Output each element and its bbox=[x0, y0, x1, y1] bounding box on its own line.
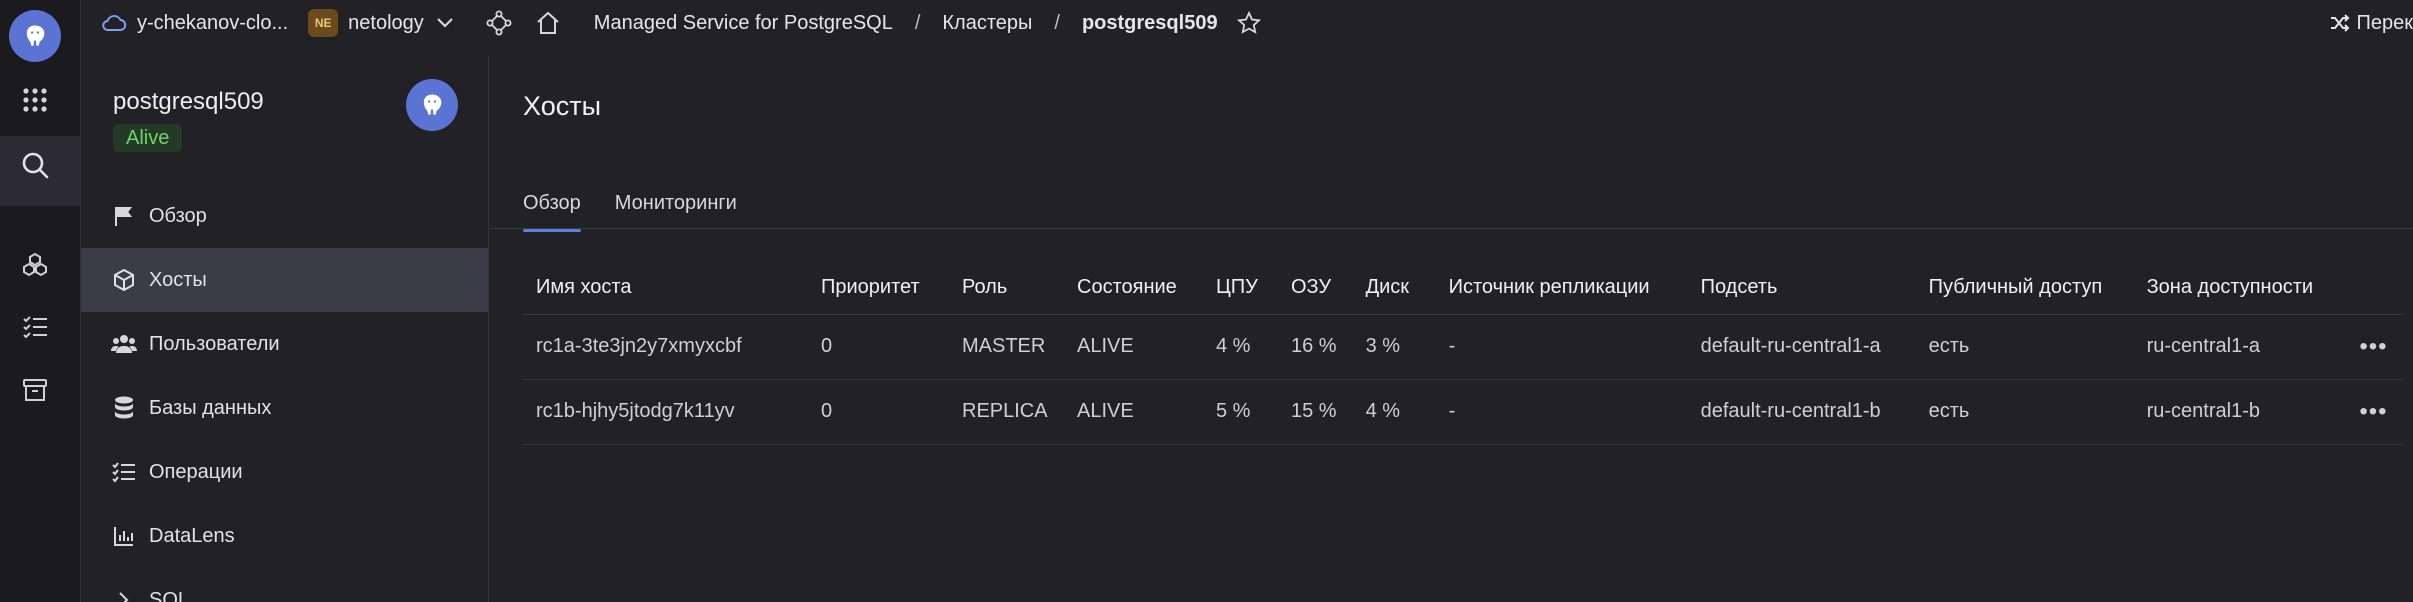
nav-item-sql[interactable]: SQL bbox=[81, 568, 488, 602]
host-zone: ru-central1-b bbox=[2133, 379, 2344, 445]
host-replication-source: - bbox=[1435, 314, 1688, 380]
breadcrumb-clusters[interactable]: Кластеры bbox=[942, 12, 1032, 35]
database-icon bbox=[111, 395, 137, 421]
host-disk: 3 % bbox=[1352, 314, 1436, 380]
nav-item-label: SQL bbox=[149, 588, 190, 602]
column-header[interactable]: Диск bbox=[1352, 262, 1436, 315]
table-row[interactable]: rc1b-hjhy5jtodg7k11yv 0 REPLICA ALIVE 5 … bbox=[523, 379, 2404, 445]
host-name[interactable]: rc1a-3te3jn2y7xmyxcbf bbox=[523, 314, 808, 380]
host-public-access: есть bbox=[1915, 314, 2134, 380]
host-name[interactable]: rc1b-hjhy5jtodg7k11yv bbox=[523, 379, 808, 445]
host-cpu: 5 % bbox=[1203, 379, 1278, 445]
cloud-selector[interactable]: y-chekanov-clo... bbox=[101, 12, 288, 35]
cloud-name: y-chekanov-clo... bbox=[137, 11, 289, 34]
breadcrumb-service[interactable]: Managed Service for PostgreSQL bbox=[594, 12, 893, 35]
postgres-avatar-icon bbox=[406, 79, 458, 131]
nav-item-datalens[interactable]: DataLens bbox=[81, 504, 488, 568]
resources-cubes-icon[interactable] bbox=[18, 248, 52, 282]
status-badge: Alive bbox=[113, 124, 183, 152]
hosts-table: Имя хоста Приоритет Роль Состояние ЦПУ О… bbox=[523, 262, 2404, 445]
cluster-name: postgresql509 bbox=[113, 88, 264, 115]
nav-item-label: Пользователи bbox=[149, 332, 280, 355]
cube-icon bbox=[111, 267, 137, 293]
column-header-actions bbox=[2343, 262, 2404, 315]
nav-item-label: DataLens bbox=[149, 524, 235, 547]
row-menu-icon[interactable]: ••• bbox=[2343, 314, 2404, 380]
checklist-icon[interactable] bbox=[18, 310, 52, 344]
left-rail bbox=[0, 0, 81, 602]
host-state: ALIVE bbox=[1064, 379, 1203, 445]
column-header[interactable]: Источник репликации bbox=[1435, 262, 1688, 315]
folder-selector[interactable]: NE netology bbox=[308, 9, 454, 37]
switch-label: Перек bbox=[2356, 11, 2413, 34]
host-public-access: есть bbox=[1915, 379, 2134, 445]
host-subnet-link[interactable]: default-ru-central1-b bbox=[1687, 379, 1916, 445]
services-graph-icon[interactable] bbox=[486, 10, 512, 36]
host-state: ALIVE bbox=[1064, 314, 1203, 380]
column-header[interactable]: Имя хоста bbox=[523, 262, 808, 315]
folder-badge: NE bbox=[308, 9, 339, 37]
column-header[interactable]: Роль bbox=[949, 262, 1064, 315]
cloud-icon bbox=[101, 13, 127, 33]
archive-icon[interactable] bbox=[18, 373, 52, 407]
nav-item-operations[interactable]: Операции bbox=[81, 440, 488, 504]
nav-item-label: Операции bbox=[149, 460, 243, 483]
flag-icon bbox=[111, 203, 137, 229]
nav-item-overview[interactable]: Обзор bbox=[81, 184, 488, 248]
row-menu-icon[interactable]: ••• bbox=[2343, 379, 2404, 445]
chevron-right-icon bbox=[111, 587, 137, 602]
column-header[interactable]: Публичный доступ bbox=[1915, 262, 2134, 315]
tabs-divider bbox=[490, 228, 2413, 229]
host-disk: 4 % bbox=[1352, 379, 1436, 445]
column-header[interactable]: Подсеть bbox=[1687, 262, 1916, 315]
column-header[interactable]: Приоритет bbox=[808, 262, 949, 315]
host-replication-source: - bbox=[1435, 379, 1688, 445]
host-cpu: 4 % bbox=[1203, 314, 1278, 380]
column-header[interactable]: ЦПУ bbox=[1203, 262, 1278, 315]
host-zone: ru-central1-a bbox=[2133, 314, 2344, 380]
search-icon[interactable] bbox=[18, 148, 52, 182]
shuffle-icon bbox=[2329, 13, 2351, 33]
table-row[interactable]: rc1a-3te3jn2y7xmyxcbf 0 MASTER ALIVE 4 %… bbox=[523, 314, 2404, 380]
top-bar: y-chekanov-clo... NE netology Managed Se… bbox=[81, 0, 2413, 46]
nav-item-databases[interactable]: Базы данных bbox=[81, 376, 488, 440]
column-header[interactable]: ОЗУ bbox=[1278, 262, 1353, 315]
table-header-row: Имя хоста Приоритет Роль Состояние ЦПУ О… bbox=[523, 262, 2404, 315]
tab-overview[interactable]: Обзор bbox=[523, 180, 581, 232]
column-header[interactable]: Состояние bbox=[1064, 262, 1203, 315]
host-priority: 0 bbox=[808, 379, 949, 445]
star-icon[interactable] bbox=[1236, 10, 1262, 36]
users-icon bbox=[111, 331, 137, 357]
home-icon[interactable] bbox=[534, 9, 562, 37]
main-content: Хосты Обзор Мониторинги Имя хоста Приори… bbox=[490, 56, 2413, 602]
folder-name: netology bbox=[348, 11, 424, 34]
list-check-icon bbox=[111, 459, 137, 485]
breadcrumb-separator: / bbox=[914, 11, 921, 34]
switch-button[interactable]: Перек bbox=[2329, 12, 2413, 35]
breadcrumb-cluster: postgresql509 bbox=[1081, 11, 1218, 34]
nav-item-hosts[interactable]: Хосты bbox=[81, 248, 488, 312]
host-ram: 16 % bbox=[1278, 314, 1353, 380]
apps-grid-icon[interactable] bbox=[18, 83, 52, 117]
nav-item-label: Обзор bbox=[149, 204, 207, 227]
tab-monitoring[interactable]: Мониторинги bbox=[615, 180, 737, 230]
cluster-sidebar: postgresql509 Alive Обзор Хосты Пользова… bbox=[81, 56, 489, 602]
host-role: REPLICA bbox=[949, 379, 1064, 445]
host-subnet-link[interactable]: default-ru-central1-a bbox=[1687, 314, 1916, 380]
host-ram: 15 % bbox=[1278, 379, 1353, 445]
column-header[interactable]: Зона доступности bbox=[2133, 262, 2344, 315]
nav-item-label: Базы данных bbox=[149, 396, 272, 419]
chart-icon bbox=[111, 523, 137, 549]
page-title: Хосты bbox=[523, 91, 601, 121]
nav-item-users[interactable]: Пользователи bbox=[81, 312, 488, 376]
chevron-down-icon bbox=[436, 17, 454, 29]
tabs: Обзор Мониторинги bbox=[523, 180, 771, 232]
breadcrumb-separator: / bbox=[1054, 11, 1060, 34]
host-role: MASTER bbox=[949, 314, 1064, 380]
breadcrumb: Managed Service for PostgreSQL / Кластер… bbox=[594, 12, 1218, 35]
postgres-logo-icon[interactable] bbox=[9, 10, 61, 62]
host-priority: 0 bbox=[808, 314, 949, 380]
nav-item-label: Хосты bbox=[149, 268, 207, 291]
